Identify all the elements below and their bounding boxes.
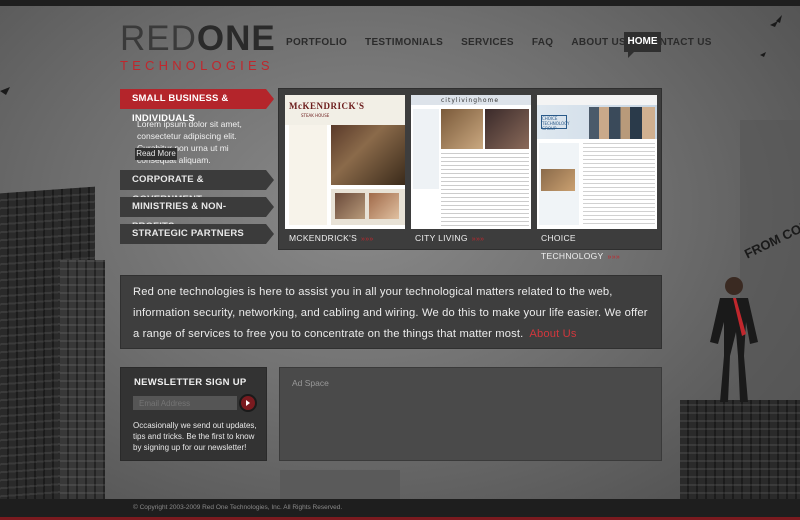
portfolio-thumb-choice-technology[interactable]: CHOICE TECHNOLOGY GROUP: [537, 95, 657, 229]
newsletter-submit-button[interactable]: [239, 394, 257, 412]
thumb-footer: [331, 189, 405, 225]
arrows-icon: »»»: [471, 236, 485, 243]
category-strategic-partners[interactable]: STRATEGIC PARTNERS: [120, 224, 274, 244]
copyright-text: © Copyright 2003-2009 Red One Technologi…: [133, 504, 343, 511]
nav-portfolio[interactable]: PORTFOLIO: [286, 33, 347, 52]
category-corporate[interactable]: CORPORATE & GOVERNMENT: [120, 170, 274, 205]
portfolio-panel: McKENDRICK'S STEAK HOUSE MCKENDRICK'S»»»…: [278, 88, 662, 261]
portfolio-caption-choice-technology[interactable]: CHOICE TECHNOLOGY»»»: [537, 229, 657, 261]
thumb-logo: CHOICE TECHNOLOGY GROUP: [541, 115, 570, 131]
read-more-button[interactable]: Read More: [135, 148, 177, 160]
thumb-text: [441, 153, 529, 227]
thumb-logo: citylivinghome: [441, 97, 500, 104]
portfolio-thumb-mckendricks[interactable]: McKENDRICK'S STEAK HOUSE: [285, 95, 405, 229]
portfolio-caption-city-living[interactable]: CITY LIVING»»»: [411, 229, 531, 247]
top-bar: [0, 0, 800, 6]
thumb-menu: [289, 125, 327, 225]
logo-wordmark: REDONE: [120, 19, 276, 58]
newsletter-box: NEWSLETTER SIGN UP Occasionally we send …: [120, 367, 267, 461]
caption-text: MCKENDRICK'S: [289, 233, 358, 243]
newsletter-description: Occasionally we send out updates, tips a…: [133, 421, 257, 452]
logo-subtitle: TECHNOLOGIES: [120, 58, 274, 73]
thumb-photo: [589, 107, 655, 139]
thumb-subtitle: STEAK HOUSE: [301, 113, 330, 118]
thumb-sidebar: [413, 109, 439, 189]
nav-services[interactable]: SERVICES: [461, 33, 514, 52]
email-field[interactable]: [133, 396, 237, 410]
portfolio-caption-mckendricks[interactable]: MCKENDRICK'S»»»: [285, 229, 405, 247]
nav-faq[interactable]: FAQ: [532, 33, 553, 52]
arrows-icon: »»»: [607, 254, 621, 261]
caption-text: CHOICE TECHNOLOGY: [541, 233, 604, 261]
building-right: [680, 400, 800, 500]
category-ministries[interactable]: MINISTRIES & NON-PROFITS: [120, 197, 274, 232]
thumb-header: [537, 95, 657, 105]
ad-space[interactable]: Ad Space: [279, 367, 662, 461]
businessman-figure: [710, 277, 758, 402]
thumb-photo: [331, 125, 405, 185]
thumb-photo-1: [441, 109, 483, 149]
nav-home[interactable]: HOME: [624, 32, 661, 58]
intro-panel: Red one technologies is here to assist y…: [120, 275, 662, 349]
intro-text: Red one technologies is here to assist y…: [133, 282, 649, 345]
category-small-business[interactable]: SMALL BUSINESS & INDIVIDUALS: [120, 89, 274, 124]
thumb-image-2: [369, 193, 399, 219]
logo-red-text: RED: [120, 19, 197, 58]
nav-about-us[interactable]: ABOUT US: [571, 33, 626, 52]
logo-one-text: ONE: [196, 19, 276, 58]
main-nav: PORTFOLIO TESTIMONIALS SERVICES FAQ ABOU…: [286, 33, 730, 52]
birds-icon: [760, 15, 782, 57]
logo[interactable]: REDONE TECHNOLOGIES: [120, 19, 276, 73]
arrows-icon: »»»: [361, 236, 374, 243]
thumb-photo-2: [485, 109, 529, 149]
portfolio-thumb-city-living[interactable]: citylivinghome: [411, 95, 531, 229]
caption-text: CITY LIVING: [415, 233, 468, 243]
building-bg-1: [280, 470, 400, 500]
arrow-right-icon: [246, 400, 250, 406]
footer: © Copyright 2003-2009 Red One Technologi…: [0, 499, 800, 520]
thumb-header: McKENDRICK'S STEAK HOUSE: [285, 95, 405, 125]
newsletter-title: NEWSLETTER SIGN UP: [134, 377, 247, 388]
thumb-image-1: [335, 193, 365, 219]
thumb-text: [583, 143, 655, 225]
ad-space-label: Ad Space: [292, 378, 329, 388]
nav-testimonials[interactable]: TESTIMONIALS: [365, 33, 443, 52]
thumb-logo: McKENDRICK'S: [289, 101, 365, 111]
thumb-image: [541, 169, 575, 191]
about-us-link[interactable]: About Us: [529, 328, 576, 340]
thumb-header: citylivinghome: [411, 95, 531, 105]
bird-left-icon: [0, 87, 10, 95]
building-left-2: [60, 260, 105, 500]
